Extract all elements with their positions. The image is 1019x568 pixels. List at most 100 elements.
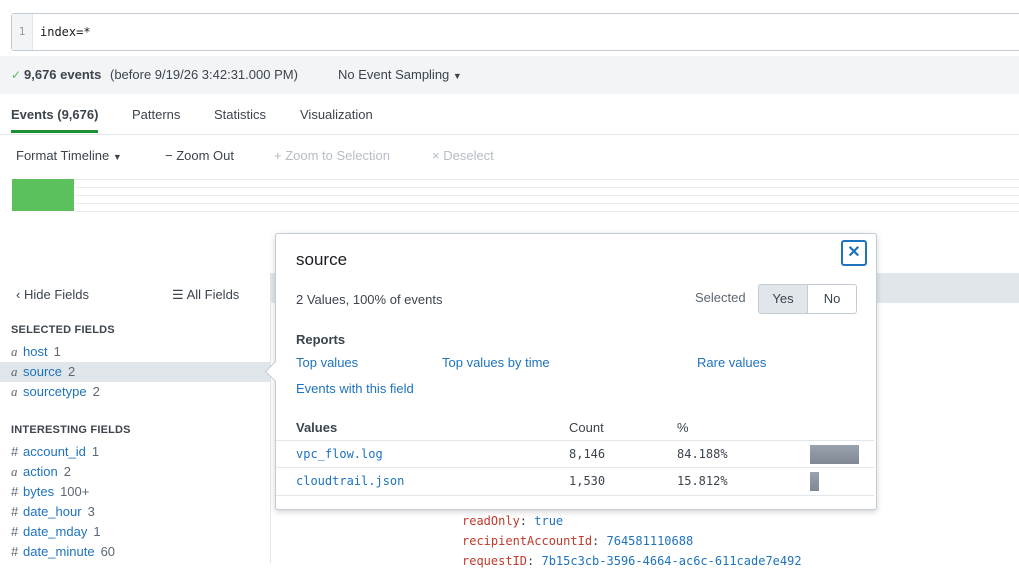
value-count: 1,530 [569, 474, 606, 488]
hide-fields-button[interactable]: ‹ Hide Fields [16, 287, 89, 302]
zoom-out-label: Zoom Out [176, 148, 235, 163]
plus-icon: + [274, 148, 282, 163]
fields-sidebar: ‹ Hide Fields ☰ All Fields SELECTED FIEL… [0, 273, 271, 563]
field-name: action [23, 464, 58, 479]
close-button[interactable]: ✕ [841, 240, 867, 266]
events-with-field-link[interactable]: Events with this field [296, 381, 414, 396]
event-key: recipientAccountId [462, 534, 593, 548]
list-icon: ☰ [172, 287, 184, 302]
tab-statistics[interactable]: Statistics [214, 107, 266, 122]
field-name: host [23, 344, 48, 359]
count-column-header: Count [569, 420, 604, 435]
numeric-type-icon: # [11, 484, 19, 499]
top-values-by-time-link[interactable]: Top values by time [442, 355, 550, 370]
timeline-toolbar: Format Timeline ▼ − Zoom Out + Zoom to S… [0, 134, 1019, 178]
zoom-to-selection-button[interactable]: + Zoom to Selection [274, 148, 390, 163]
value-count: 8,146 [569, 447, 606, 461]
line-number: 1 [12, 14, 33, 50]
table-row[interactable]: cloudtrail.json 1,530 15.812% [276, 467, 874, 496]
field-date-mday[interactable]: # date_mday 1 [0, 522, 270, 542]
reports-heading: Reports [296, 332, 346, 347]
numeric-type-icon: # [11, 544, 19, 559]
field-source[interactable]: a source 2 [0, 362, 270, 382]
sampling-label: No Event Sampling [338, 67, 450, 82]
value-link[interactable]: cloudtrail.json [296, 468, 404, 495]
field-name: source [23, 364, 63, 379]
tab-visualization[interactable]: Visualization [300, 107, 373, 122]
field-count: 1 [53, 344, 61, 359]
value-percent: 15.812% [677, 474, 728, 488]
field-name: sourcetype [23, 384, 87, 399]
selected-label: Selected [695, 290, 746, 305]
timeline-gridline [75, 211, 1019, 212]
deselect-button[interactable]: × Deselect [432, 148, 494, 163]
search-bar[interactable]: 1 index=* [11, 13, 1019, 51]
string-type-icon: a [11, 364, 18, 379]
selected-yes-button[interactable]: Yes [758, 284, 808, 314]
timeline-chart[interactable] [11, 176, 1019, 212]
tab-events[interactable]: Events (9,676) [11, 107, 99, 133]
all-fields-label: All Fields [186, 287, 240, 302]
format-timeline-label: Format Timeline [16, 148, 110, 163]
format-timeline-button[interactable]: Format Timeline ▼ [16, 148, 122, 163]
event-value[interactable]: 7b15c3cb-3596-4664-ac6c-611cade7e492 [541, 554, 801, 568]
field-count: 1 [91, 444, 100, 459]
event-sampling-dropdown[interactable]: No Event Sampling ▼ [338, 67, 462, 82]
hide-fields-label: Hide Fields [23, 287, 89, 302]
close-icon: ✕ [847, 244, 861, 261]
search-query[interactable]: index=* [40, 14, 91, 50]
tab-patterns[interactable]: Patterns [132, 107, 180, 122]
x-icon: × [432, 148, 440, 163]
event-field-line: recipientAccountId: 764581110688 [462, 534, 694, 548]
field-name: bytes [23, 484, 55, 499]
percent-bar [810, 445, 859, 464]
field-count: 2 [92, 384, 100, 399]
field-count: 2 [68, 364, 76, 379]
field-date-hour[interactable]: # date_hour 3 [0, 502, 270, 522]
field-name: account_id [23, 444, 86, 459]
field-host[interactable]: a host 1 [0, 342, 270, 362]
timeline-bar[interactable] [12, 179, 74, 211]
field-bytes[interactable]: # bytes 100+ [0, 482, 270, 502]
field-count: 1 [93, 524, 101, 539]
field-count: 3 [87, 504, 95, 519]
zoom-out-button[interactable]: − Zoom Out [165, 148, 234, 163]
percent-column-header: % [677, 420, 689, 435]
string-type-icon: a [11, 344, 18, 359]
results-tabs: Events (9,676) Patterns Statistics Visua… [0, 94, 1019, 135]
timeline-gridline [75, 187, 1019, 188]
search-summary: ✓ 9,676 events (before 9/19/26 3:42:31.0… [0, 56, 1019, 94]
string-type-icon: a [11, 384, 18, 399]
field-account-id[interactable]: # account_id 1 [0, 442, 270, 462]
numeric-type-icon: # [11, 504, 19, 519]
rare-values-link[interactable]: Rare values [697, 355, 766, 370]
field-sourcetype[interactable]: a sourcetype 2 [0, 382, 270, 402]
timeline-gridline [75, 195, 1019, 196]
field-date-minute[interactable]: # date_minute 60 [0, 542, 270, 562]
popover-title: source [296, 250, 348, 269]
event-value[interactable]: 764581110688 [607, 534, 694, 548]
event-field-line: readOnly: true [462, 514, 564, 528]
field-action[interactable]: a action 2 [0, 462, 270, 482]
field-name: date_hour [23, 504, 82, 519]
zoom-selection-label: Zoom to Selection [285, 148, 390, 163]
caret-down-icon: ▼ [452, 71, 462, 81]
all-fields-button[interactable]: ☰ All Fields [172, 287, 239, 303]
caret-down-icon: ▼ [112, 152, 122, 162]
deselect-label: Deselect [443, 148, 494, 163]
value-link[interactable]: vpc_flow.log [296, 441, 383, 468]
value-percent: 84.188% [677, 447, 728, 461]
check-icon: ✓ [11, 68, 22, 82]
numeric-type-icon: # [11, 444, 19, 459]
event-count: 9,676 events [24, 67, 102, 82]
values-summary: 2 Values, 100% of events [296, 292, 443, 307]
top-values-link[interactable]: Top values [296, 355, 358, 370]
table-row[interactable]: vpc_flow.log 8,146 84.188% [276, 440, 874, 468]
timeline-gridline [75, 203, 1019, 204]
percent-bar [810, 472, 819, 491]
event-value[interactable]: true [534, 514, 563, 528]
field-summary-popover: source ✕ 2 Values, 100% of events Select… [264, 233, 877, 510]
field-count: 2 [63, 464, 71, 479]
selected-fields-heading: SELECTED FIELDS [11, 324, 115, 336]
selected-no-button[interactable]: No [807, 284, 857, 314]
